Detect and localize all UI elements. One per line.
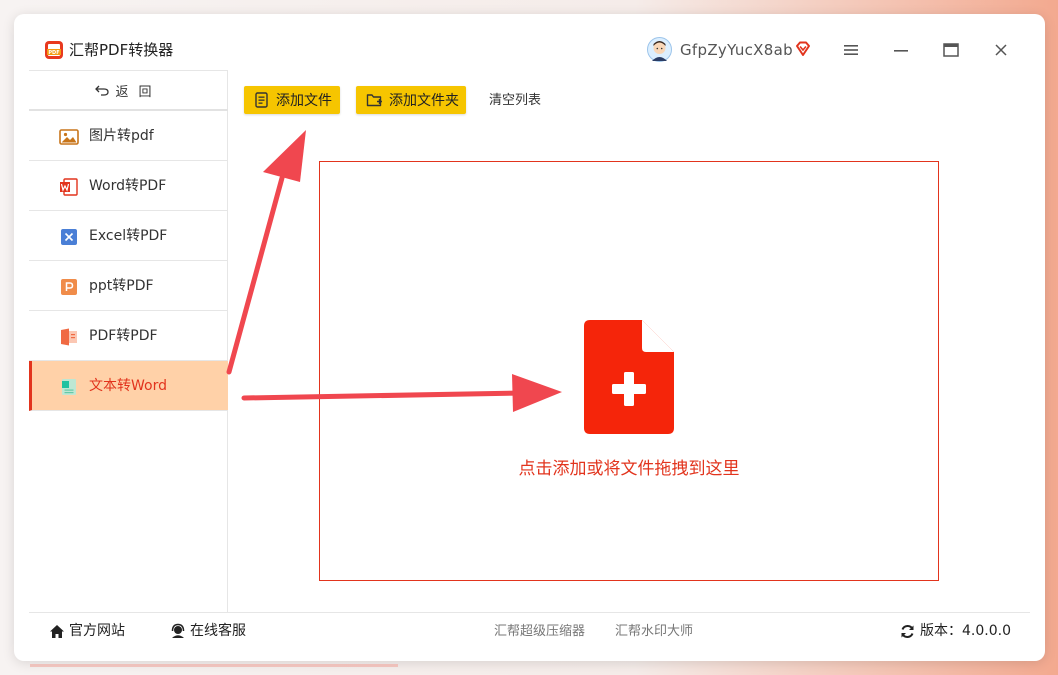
add-file-button[interactable]: 添加文件 bbox=[244, 86, 340, 114]
maximize-icon bbox=[943, 43, 959, 57]
add-folder-label: 添加文件夹 bbox=[389, 93, 459, 109]
text-file-icon bbox=[62, 379, 76, 395]
username[interactable]: GfpZyYucX8ab bbox=[680, 40, 793, 60]
excel-icon bbox=[61, 229, 77, 245]
decorative-strip bbox=[30, 664, 398, 667]
maximize-button[interactable] bbox=[939, 38, 963, 62]
watermark-link[interactable]: 汇帮水印大师 bbox=[615, 623, 693, 641]
clear-list-button[interactable]: 清空列表 bbox=[489, 92, 541, 110]
sidebar-item-label: ppt转PDF bbox=[89, 278, 154, 294]
sidebar-item-label: 文本转Word bbox=[89, 378, 167, 394]
back-label: 返回 bbox=[115, 84, 162, 100]
sidebar-item-word-to-pdf[interactable]: Word转PDF bbox=[29, 161, 228, 211]
ppt-icon bbox=[61, 279, 77, 295]
sidebar-item-image-to-pdf[interactable]: 图片转pdf bbox=[29, 111, 228, 161]
compressor-link[interactable]: 汇帮超级压缩器 bbox=[494, 623, 585, 641]
minimize-icon bbox=[894, 50, 908, 52]
online-support-label: 在线客服 bbox=[190, 623, 246, 639]
sidebar: 返回 图片转pdf Word转PDF Excel转PDF ppt转PDF PDF… bbox=[29, 70, 228, 612]
sidebar-item-label: Word转PDF bbox=[89, 178, 167, 194]
file-list-icon bbox=[255, 92, 268, 108]
sidebar-item-label: PDF转PDF bbox=[89, 328, 158, 344]
add-file-label: 添加文件 bbox=[276, 93, 332, 109]
undo-arrow-icon bbox=[95, 85, 110, 96]
app-window: PDF 汇帮PDF转换器 GfpZyYucX8ab 返回 图片转pdf Word… bbox=[14, 14, 1045, 661]
add-folder-button[interactable]: 添加文件夹 bbox=[356, 86, 466, 114]
file-drop-zone[interactable]: 点击添加或将文件拖拽到这里 bbox=[319, 161, 939, 581]
online-support-link[interactable]: 在线客服 bbox=[170, 622, 246, 640]
minimize-button[interactable] bbox=[889, 38, 913, 62]
refresh-icon bbox=[901, 624, 914, 638]
app-title: 汇帮PDF转换器 bbox=[69, 41, 174, 59]
folder-add-icon bbox=[366, 94, 382, 107]
title-bar: PDF 汇帮PDF转换器 GfpZyYucX8ab bbox=[14, 14, 1045, 70]
close-icon bbox=[995, 44, 1007, 56]
app-logo-text: PDF bbox=[48, 50, 59, 56]
official-website-label: 官方网站 bbox=[69, 623, 125, 639]
version-info[interactable]: 版本：4.0.0.0 bbox=[900, 622, 1011, 640]
sidebar-item-text-to-word[interactable]: 文本转Word bbox=[29, 361, 228, 411]
footer: 官方网站 在线客服 汇帮超级压缩器 汇帮水印大师 版本：4.0.0.0 bbox=[29, 612, 1030, 648]
version-label: 版本：4.0.0.0 bbox=[920, 623, 1011, 639]
sidebar-item-ppt-to-pdf[interactable]: ppt转PDF bbox=[29, 261, 228, 311]
word-icon bbox=[60, 178, 78, 196]
official-website-link[interactable]: 官方网站 bbox=[49, 622, 125, 640]
image-icon bbox=[59, 129, 79, 145]
vip-diamond-icon[interactable] bbox=[794, 40, 812, 58]
close-button[interactable] bbox=[989, 38, 1013, 62]
menu-icon bbox=[844, 45, 858, 55]
drop-zone-hint: 点击添加或将文件拖拽到这里 bbox=[518, 459, 740, 479]
sidebar-item-label: 图片转pdf bbox=[89, 128, 154, 144]
home-icon bbox=[50, 624, 64, 638]
sidebar-item-label: Excel转PDF bbox=[89, 228, 168, 244]
avatar[interactable] bbox=[647, 37, 672, 62]
add-file-icon bbox=[584, 320, 674, 434]
headset-icon bbox=[171, 623, 185, 638]
back-button[interactable]: 返回 bbox=[29, 71, 228, 111]
menu-button[interactable] bbox=[839, 38, 863, 62]
sidebar-item-excel-to-pdf[interactable]: Excel转PDF bbox=[29, 211, 228, 261]
sidebar-item-pdf-to-pdf[interactable]: PDF转PDF bbox=[29, 311, 228, 361]
app-logo-icon: PDF bbox=[45, 41, 63, 59]
pdf-icon bbox=[61, 328, 77, 346]
